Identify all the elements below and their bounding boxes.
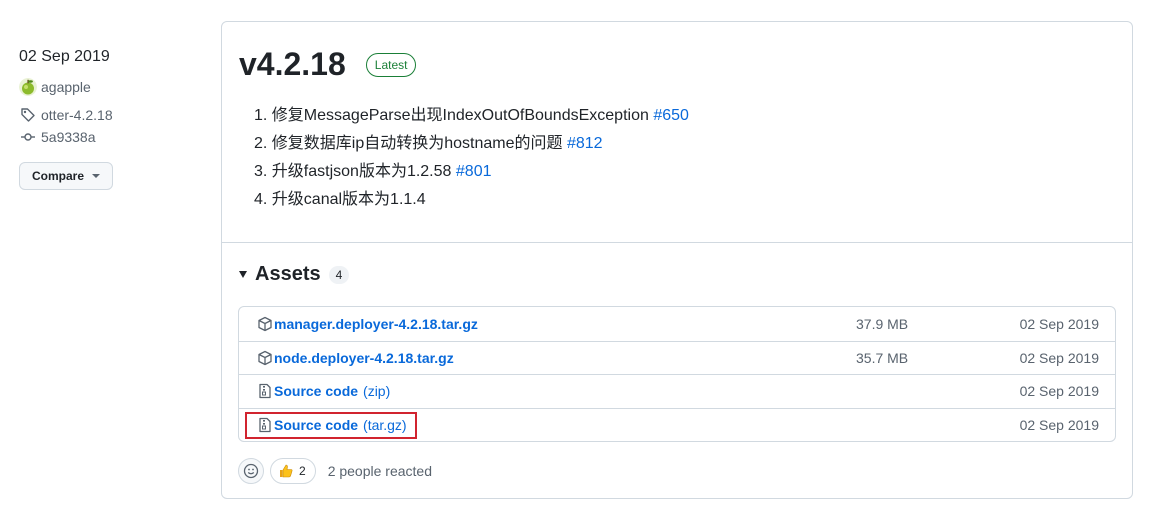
thumbs-up-reaction[interactable]: 2 [270, 458, 316, 484]
tag-icon [19, 106, 37, 124]
tag-name: otter-4.2.18 [41, 107, 113, 123]
release-tag[interactable]: otter-4.2.18 [19, 104, 199, 126]
asset-row: Source code (tar.gz) 02 Sep 2019 [239, 407, 1115, 442]
release-title[interactable]: v4.2.18 [239, 46, 346, 83]
release-commit[interactable]: 5a9338a [19, 126, 199, 148]
asset-date: 02 Sep 2019 [1019, 315, 1099, 332]
note-item: 4. 升级canal版本为1.1.4 [254, 191, 426, 208]
package-icon [258, 316, 272, 331]
latest-badge: Latest [365, 52, 417, 77]
assets-list: manager.deployer-4.2.18.tar.gz 37.9 MB 0… [238, 306, 1116, 442]
thumbs-count: 2 [299, 464, 306, 478]
asset-date: 02 Sep 2019 [1019, 349, 1099, 366]
note-item: 1. 修复MessageParse出现IndexOutOfBoundsExcep… [254, 107, 689, 124]
release-header: v4.2.18 Latest [239, 46, 417, 83]
asset-link[interactable]: node.deployer-4.2.18.tar.gz [257, 350, 454, 366]
asset-link[interactable]: manager.deployer-4.2.18.tar.gz [257, 316, 478, 332]
asset-row: manager.deployer-4.2.18.tar.gz 37.9 MB 0… [239, 307, 1115, 341]
triangle-down-icon [239, 271, 247, 278]
file-zip-icon [259, 417, 271, 432]
commit-sha: 5a9338a [41, 129, 96, 145]
thumbs-up-icon [280, 464, 293, 478]
release-notes: 1. 修复MessageParse出现IndexOutOfBoundsExcep… [254, 102, 689, 214]
asset-size: 37.9 MB [856, 315, 909, 332]
compare-button[interactable]: Compare [19, 162, 114, 190]
add-reaction-button[interactable] [238, 458, 264, 484]
assets-count: 4 [328, 265, 350, 284]
file-zip-icon [259, 384, 271, 399]
smiley-icon [243, 463, 259, 479]
reactions-summary: 2 people reacted [327, 463, 432, 479]
divider [222, 242, 1132, 243]
compare-label: Compare [32, 169, 85, 183]
commit-icon [19, 128, 37, 146]
asset-row: node.deployer-4.2.18.tar.gz 35.7 MB 02 S… [239, 340, 1115, 375]
assets-title: Assets [255, 263, 321, 285]
release-card: v4.2.18 Latest 1. 修复MessageParse出现IndexO… [221, 21, 1133, 499]
asset-size: 35.7 MB [856, 349, 909, 366]
issue-link[interactable]: #650 [653, 107, 689, 124]
author-name: agapple [41, 79, 91, 95]
package-icon [258, 350, 272, 365]
release-sidebar: 02 Sep 2019 agapple otter-4.2.18 5a9338a… [19, 46, 199, 190]
asset-row: Source code (zip) 02 Sep 2019 [239, 374, 1115, 408]
asset-date: 02 Sep 2019 [1019, 416, 1099, 433]
reactions-bar: 2 2 people reacted [238, 458, 432, 484]
issue-link[interactable]: #801 [456, 163, 492, 180]
assets-toggle[interactable]: Assets 4 [239, 263, 350, 286]
asset-link[interactable]: Source code (tar.gz) [257, 417, 407, 433]
release-author[interactable]: agapple [19, 76, 199, 98]
release-date: 02 Sep 2019 [19, 48, 110, 65]
asset-date: 02 Sep 2019 [1019, 383, 1099, 400]
asset-link[interactable]: Source code (zip) [257, 383, 390, 399]
avatar [19, 78, 37, 96]
caret-down-icon [92, 174, 101, 178]
note-item: 2. 修复数据库ip自动转换为hostname的问题 #812 [254, 135, 603, 152]
note-item: 3. 升级fastjson版本为1.2.58 #801 [254, 163, 492, 180]
issue-link[interactable]: #812 [567, 135, 603, 152]
